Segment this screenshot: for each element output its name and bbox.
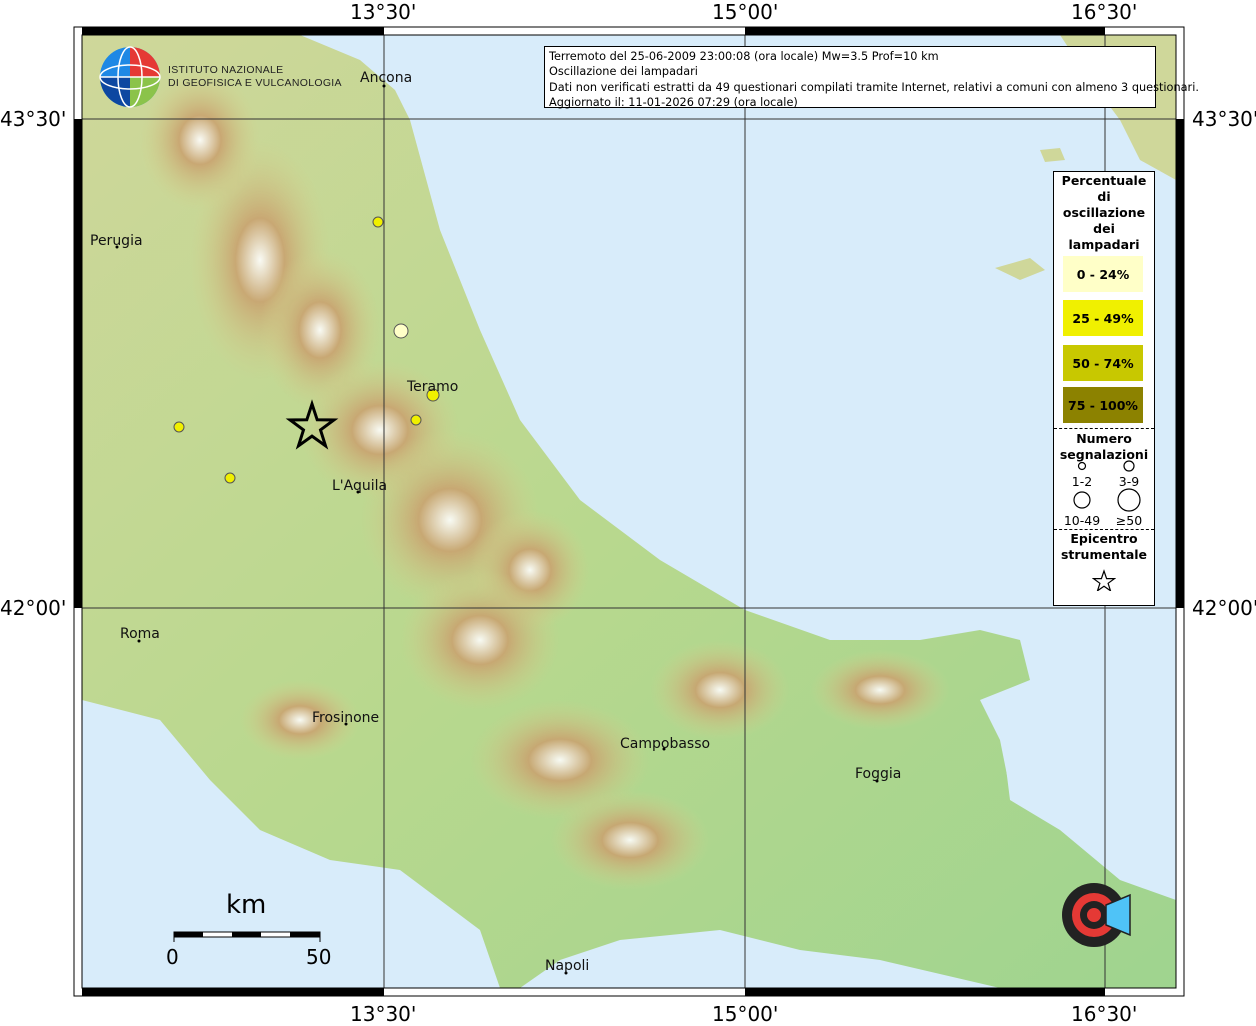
city-label-foggia: Foggia <box>855 766 902 782</box>
lon-label-bottom: 15°00' <box>712 1002 779 1026</box>
scale-min: 0 <box>166 945 179 969</box>
lon-label-bottom: 13°30' <box>350 1002 417 1026</box>
lon-label-top: 13°30' <box>350 0 417 24</box>
city-label-laquila: L'Aquila <box>332 478 388 494</box>
observation-point <box>372 216 384 228</box>
update-time: Aggiornato il: 11-01-2026 07:29 (ora loc… <box>549 95 798 109</box>
legend-class-1: 25 - 49% <box>1063 300 1143 336</box>
count-label: 10-49 <box>1063 513 1101 528</box>
event-info-box: Terremoto del 25-06-2009 23:00:08 (ora l… <box>544 46 1199 109</box>
observation-point <box>393 323 409 339</box>
observation-point <box>173 421 185 433</box>
lat-label-left: 42°00' <box>0 596 67 620</box>
count-label: 3-9 <box>1118 474 1140 489</box>
epicenter-legend-title: Epicentro strumentale <box>1060 531 1148 562</box>
lon-label-bottom: 16°30' <box>1071 1002 1138 1026</box>
legend-class-2: 50 - 74% <box>1063 345 1143 381</box>
legend-star-icon <box>1092 569 1116 591</box>
count-label: ≥50 <box>1115 513 1143 528</box>
observation-point <box>224 472 236 484</box>
lon-label-top: 16°30' <box>1071 0 1138 24</box>
count-label: 1-2 <box>1071 474 1093 489</box>
legend-panel: Percentuale di oscillazione dei lampadar… <box>1053 171 1155 606</box>
city-label-roma: Roma <box>120 626 160 642</box>
city-label-perugia: Perugia <box>90 233 143 249</box>
city-label-campobasso: Campobasso <box>620 736 711 752</box>
city-label-ancona: Ancona <box>360 70 413 86</box>
legend-class-3: 75 - 100% <box>1063 387 1143 423</box>
city-label-frosinone: Frosinone <box>312 710 380 726</box>
ingv-logo-text: ISTITUTO NAZIONALE DI GEOFISICA E VULCAN… <box>168 64 342 89</box>
legend-divider <box>1054 529 1154 530</box>
legend-title: Percentuale di oscillazione dei lampadar… <box>1061 173 1147 252</box>
data-note: Dati non verificati estratti da 49 quest… <box>549 80 1199 94</box>
observation-point <box>410 414 422 426</box>
legend-class-0: 0 - 24% <box>1063 256 1143 292</box>
city-label-teramo: Teramo <box>407 379 459 395</box>
lat-label-right: 42°00' <box>1192 596 1256 620</box>
scale-unit: km <box>226 890 267 920</box>
lon-label-top: 15°00' <box>712 0 779 24</box>
city-label-napoli: Napoli <box>545 958 590 974</box>
map-subject: Oscillazione dei lampadari <box>549 65 698 79</box>
lat-label-left: 43°30' <box>0 107 67 131</box>
lat-label-right: 43°30' <box>1192 107 1256 131</box>
ingv-logo-icon <box>99 46 161 108</box>
scale-max: 50 <box>306 945 332 969</box>
event-title: Terremoto del 25-06-2009 23:00:08 (ora l… <box>549 50 939 63</box>
legend-divider <box>1054 428 1154 429</box>
